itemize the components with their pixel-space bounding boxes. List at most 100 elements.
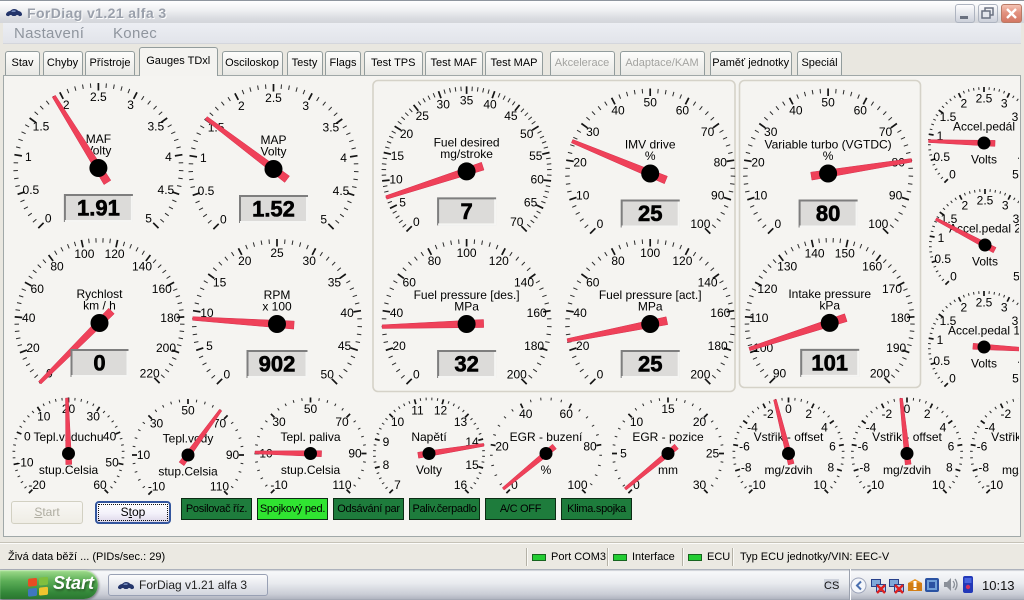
svg-text:2: 2 xyxy=(924,407,931,421)
svg-text:30: 30 xyxy=(87,410,101,424)
svg-text:-8: -8 xyxy=(741,461,752,475)
svg-text:3: 3 xyxy=(1001,97,1008,111)
svg-text:25: 25 xyxy=(638,201,662,226)
svg-text:0.5: 0.5 xyxy=(933,150,950,164)
svg-text:-2: -2 xyxy=(1000,407,1011,421)
svg-text:0: 0 xyxy=(223,367,230,381)
svg-text:20: 20 xyxy=(573,156,587,170)
svg-text:%: % xyxy=(823,149,834,163)
svg-text:140: 140 xyxy=(132,259,152,273)
svg-text:-6: -6 xyxy=(858,440,869,454)
svg-text:5: 5 xyxy=(1012,168,1019,182)
svg-text:Tepl. paliva: Tepl. paliva xyxy=(280,430,340,444)
svg-text:2.5: 2.5 xyxy=(90,90,107,104)
svg-text:4.5: 4.5 xyxy=(158,183,175,197)
svg-text:180: 180 xyxy=(524,339,544,353)
svg-text:Volts: Volts xyxy=(972,255,998,269)
svg-text:3: 3 xyxy=(127,98,134,112)
svg-text:60: 60 xyxy=(31,282,45,296)
svg-text:30: 30 xyxy=(272,415,286,429)
svg-text:90: 90 xyxy=(711,189,725,203)
svg-text:90: 90 xyxy=(226,448,240,462)
svg-text:0: 0 xyxy=(597,367,604,381)
svg-text:1.52: 1.52 xyxy=(252,197,295,222)
svg-text:2.5: 2.5 xyxy=(976,296,993,310)
svg-text:110: 110 xyxy=(332,478,351,492)
svg-text:2: 2 xyxy=(960,301,967,315)
svg-text:25: 25 xyxy=(638,352,662,377)
svg-text:40: 40 xyxy=(573,306,587,320)
svg-text:-10: -10 xyxy=(986,478,1004,492)
svg-text:-2: -2 xyxy=(881,407,892,421)
svg-text:80: 80 xyxy=(428,254,442,268)
svg-text:3.5: 3.5 xyxy=(147,120,164,134)
svg-text:mg/zdvih: mg/zdvih xyxy=(1002,463,1024,477)
svg-text:-10: -10 xyxy=(270,478,288,492)
svg-text:5: 5 xyxy=(1013,270,1020,284)
svg-text:140: 140 xyxy=(805,247,825,261)
svg-text:30: 30 xyxy=(437,98,451,112)
svg-text:5: 5 xyxy=(206,339,213,353)
svg-text:-10: -10 xyxy=(748,478,766,492)
svg-text:stup.Celsia: stup.Celsia xyxy=(281,463,341,477)
svg-text:9: 9 xyxy=(383,435,390,449)
svg-text:0.5: 0.5 xyxy=(933,354,950,368)
svg-text:90: 90 xyxy=(773,366,787,380)
svg-text:20: 20 xyxy=(693,415,707,429)
svg-text:60: 60 xyxy=(854,103,868,117)
svg-text:10: 10 xyxy=(37,410,51,424)
svg-text:200: 200 xyxy=(870,366,890,380)
svg-text:2: 2 xyxy=(960,97,967,111)
svg-text:0: 0 xyxy=(24,430,31,444)
svg-text:0: 0 xyxy=(950,270,957,284)
svg-text:0: 0 xyxy=(785,402,792,416)
svg-text:EGR - buzení: EGR - buzení xyxy=(510,430,583,444)
svg-text:80: 80 xyxy=(611,254,625,268)
svg-text:-10: -10 xyxy=(867,478,885,492)
svg-text:stup.Celsia: stup.Celsia xyxy=(158,465,218,479)
svg-text:0: 0 xyxy=(413,367,420,381)
svg-text:120: 120 xyxy=(105,247,125,261)
svg-text:0: 0 xyxy=(45,211,52,225)
svg-text:20: 20 xyxy=(238,254,252,268)
svg-text:0: 0 xyxy=(949,168,956,182)
svg-text:40: 40 xyxy=(483,98,497,112)
svg-text:10: 10 xyxy=(391,415,405,429)
svg-text:10: 10 xyxy=(576,189,590,203)
svg-text:2.5: 2.5 xyxy=(977,194,994,208)
svg-text:3: 3 xyxy=(1002,199,1009,213)
svg-text:1.91: 1.91 xyxy=(77,196,120,221)
svg-text:2: 2 xyxy=(961,199,968,213)
svg-text:MPa: MPa xyxy=(638,300,663,314)
svg-text:110: 110 xyxy=(210,480,229,494)
svg-text:60: 60 xyxy=(93,478,107,492)
svg-text:150: 150 xyxy=(835,247,855,261)
svg-text:160: 160 xyxy=(862,259,882,273)
svg-text:20: 20 xyxy=(576,339,590,353)
svg-text:7: 7 xyxy=(394,478,401,492)
svg-text:0: 0 xyxy=(775,217,782,231)
svg-text:%: % xyxy=(541,463,552,477)
svg-text:70: 70 xyxy=(510,215,524,229)
svg-text:120: 120 xyxy=(757,282,777,296)
svg-text:160: 160 xyxy=(152,282,172,296)
svg-text:170: 170 xyxy=(882,282,902,296)
svg-text:MPa: MPa xyxy=(454,300,479,314)
svg-text:40: 40 xyxy=(611,103,625,117)
svg-text:2.5: 2.5 xyxy=(976,92,993,106)
svg-text:5: 5 xyxy=(620,447,627,461)
svg-text:x 100: x 100 xyxy=(262,300,292,314)
svg-text:10: 10 xyxy=(137,448,151,462)
svg-text:15: 15 xyxy=(465,458,479,472)
svg-text:Napětí: Napětí xyxy=(411,430,447,444)
svg-text:Volty: Volty xyxy=(260,145,286,159)
svg-text:10: 10 xyxy=(389,173,403,187)
svg-text:1.5: 1.5 xyxy=(33,120,50,134)
svg-text:-20: -20 xyxy=(28,478,46,492)
svg-text:40: 40 xyxy=(789,103,803,117)
svg-text:8: 8 xyxy=(383,458,390,472)
svg-text:15: 15 xyxy=(391,149,405,163)
svg-text:2.5: 2.5 xyxy=(265,91,282,105)
svg-text:mg/stroke: mg/stroke xyxy=(440,147,493,161)
svg-text:Volts: Volts xyxy=(971,357,997,371)
